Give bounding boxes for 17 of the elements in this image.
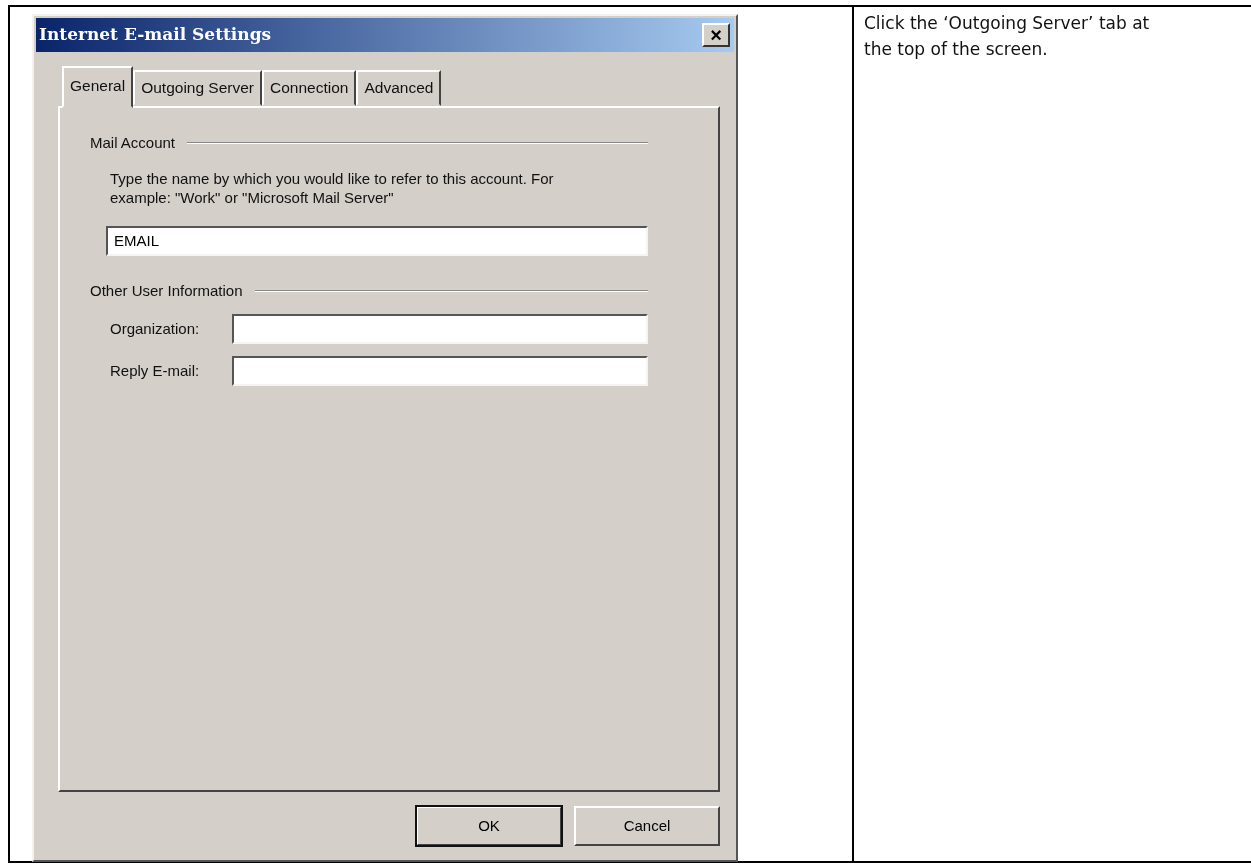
field-label: Reply E-mail: bbox=[110, 360, 201, 381]
field-label: Organization: bbox=[110, 318, 201, 339]
dialog-button[interactable]: OK bbox=[416, 806, 562, 846]
input-field[interactable] bbox=[232, 314, 648, 344]
window-title: Internet E-mail Settings bbox=[39, 23, 272, 47]
input-field[interactable] bbox=[232, 356, 648, 386]
close-button[interactable]: × bbox=[702, 23, 730, 47]
tab[interactable]: Advanced bbox=[356, 70, 442, 106]
instruction-text: Click the ‘Outgoing Server’ tab at the top of the screen. bbox=[864, 12, 1151, 61]
group-heading: Other User Information bbox=[90, 280, 243, 301]
description-text: Type the name by which you would like to refer to this account. For example: "Work" or "Microsoft Mail Server" bbox=[110, 168, 555, 208]
dialog-button[interactable]: Cancel bbox=[574, 806, 720, 846]
input-field[interactable]: EMAIL bbox=[106, 225, 648, 256]
tab[interactable]: General bbox=[62, 66, 134, 108]
tab[interactable]: Connection bbox=[262, 70, 357, 106]
group-heading: Mail Account bbox=[90, 133, 176, 153]
tab[interactable]: Outgoing Server bbox=[133, 70, 263, 106]
